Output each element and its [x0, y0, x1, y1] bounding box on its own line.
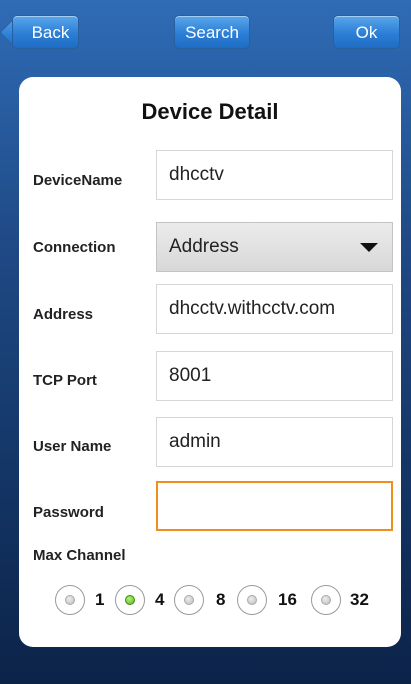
ok-button[interactable]: Ok [333, 15, 400, 49]
password-label: Password [33, 504, 104, 521]
back-button[interactable]: Back [12, 15, 79, 49]
channel-16-radio[interactable] [237, 585, 267, 615]
channel-32-radio[interactable] [311, 585, 341, 615]
dropdown-caret-icon [360, 243, 378, 252]
channel-1-radio[interactable] [55, 585, 85, 615]
search-button[interactable]: Search [174, 15, 250, 49]
radio-dot-icon [65, 595, 75, 605]
top-toolbar: Back Search Ok [0, 0, 411, 72]
device-detail-card: Device Detail DeviceName dhcctv Connecti… [19, 77, 401, 647]
device-name-label: DeviceName [33, 172, 123, 189]
tcp-port-label: TCP Port [33, 372, 97, 389]
password-field[interactable] [156, 481, 393, 531]
channel-1-label: 1 [95, 590, 105, 609]
channel-8-label: 8 [216, 590, 226, 609]
user-name-field[interactable]: admin [156, 417, 393, 467]
address-label: Address [33, 306, 94, 323]
radio-dot-icon [321, 595, 331, 605]
channel-4-label: 4 [155, 590, 165, 609]
radio-dot-icon [184, 595, 194, 605]
tcp-port-field[interactable]: 8001 [156, 351, 393, 401]
user-name-label: User Name [33, 438, 112, 455]
channel-16-label: 16 [278, 590, 297, 609]
connection-value: Address [169, 236, 239, 257]
page-title: Device Detail [141, 99, 279, 124]
radio-dot-icon [247, 595, 257, 605]
connection-select[interactable]: Address [156, 222, 393, 272]
channel-4-radio[interactable] [115, 585, 145, 615]
connection-label: Connection [33, 239, 116, 256]
address-field[interactable]: dhcctv.withcctv.com [156, 284, 393, 334]
channel-8-radio[interactable] [174, 585, 204, 615]
channel-32-label: 32 [350, 590, 369, 609]
max-channel-label: Max Channel [33, 547, 126, 564]
device-name-field[interactable]: dhcctv [156, 150, 393, 200]
back-button-label: Back [31, 23, 70, 42]
radio-dot-selected-icon [125, 595, 135, 605]
